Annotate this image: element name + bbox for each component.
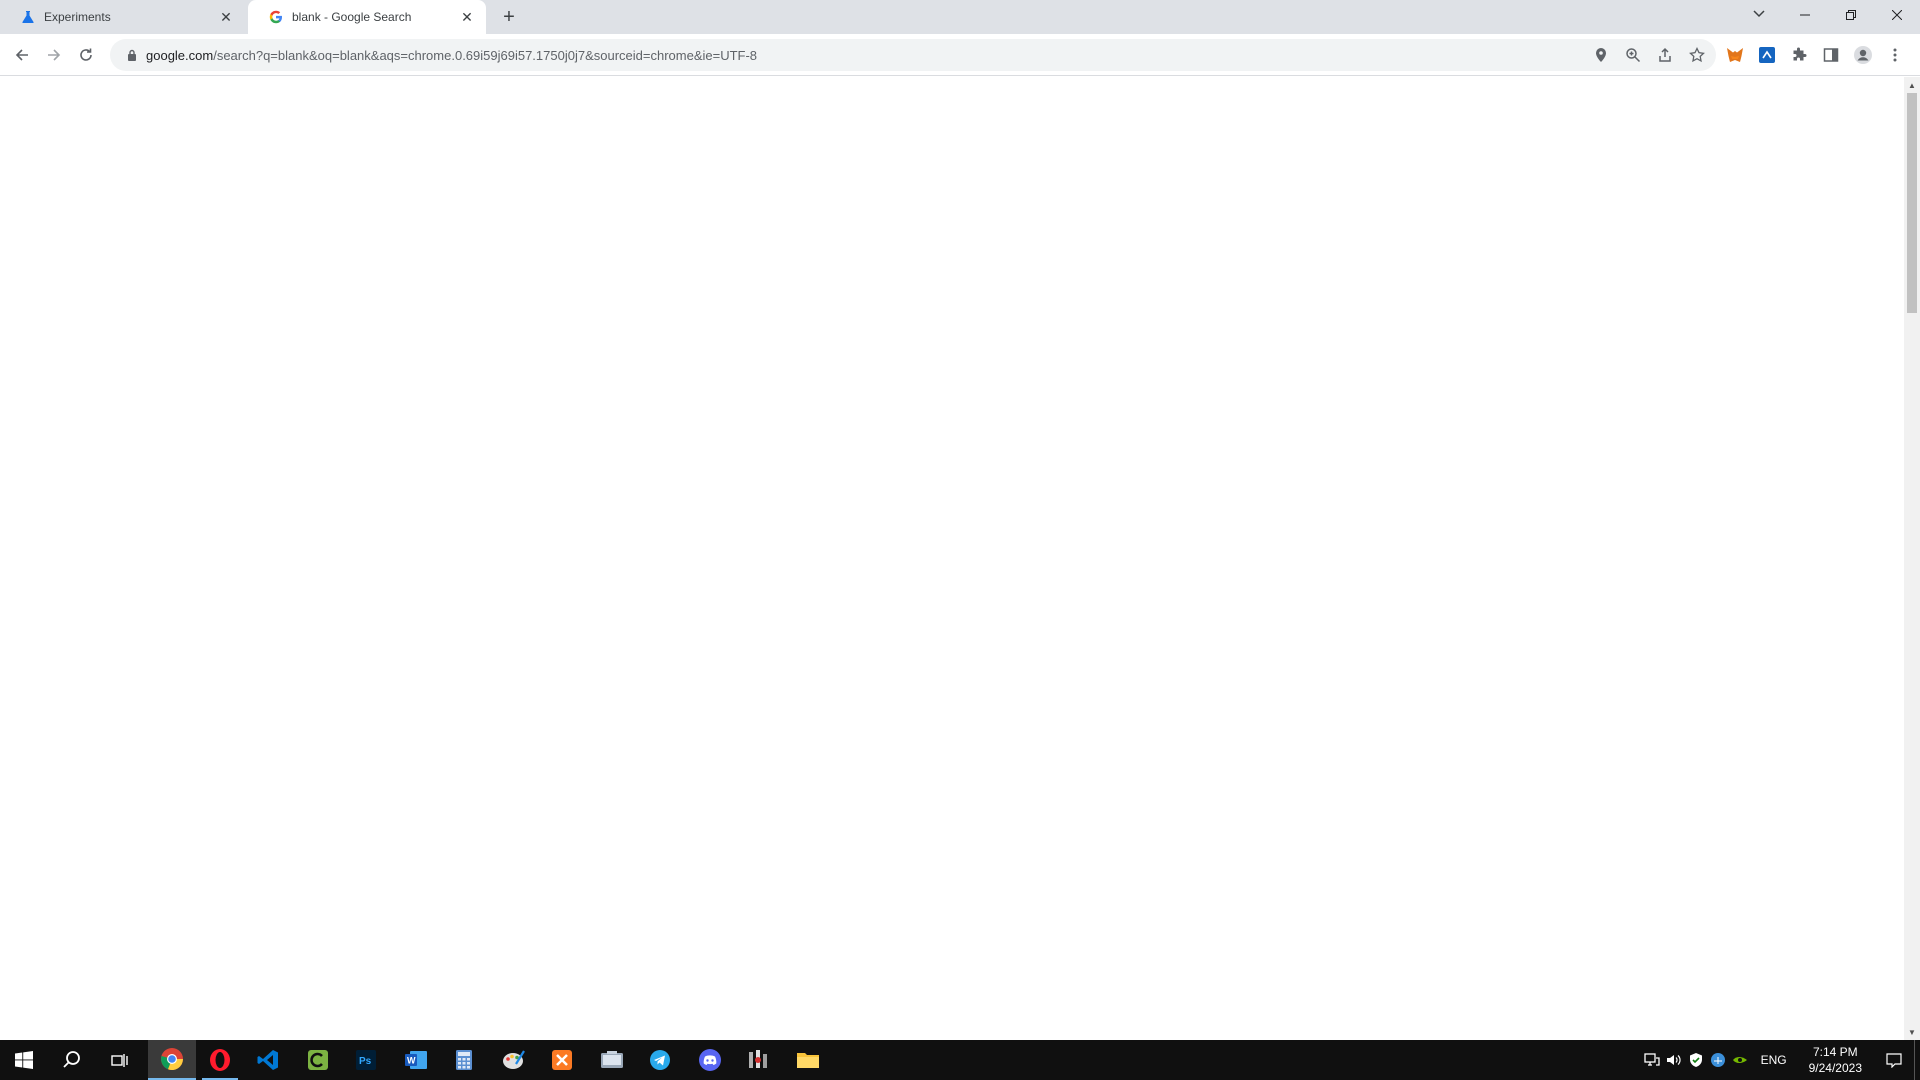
vertical-scrollbar[interactable]: ▲ ▼ <box>1904 77 1920 1040</box>
zoom-icon[interactable] <box>1624 46 1642 64</box>
forward-icon[interactable] <box>40 41 68 69</box>
url-path: /search?q=blank&oq=blank&aqs=chrome.0.69… <box>213 47 758 63</box>
camtasia-icon[interactable] <box>294 1040 342 1080</box>
tab-google-search[interactable]: blank - Google Search ✕ <box>248 0 486 34</box>
task-view-icon[interactable] <box>96 1040 144 1080</box>
cloud-sync-icon[interactable] <box>1707 1040 1729 1080</box>
xampp-icon[interactable] <box>538 1040 586 1080</box>
tab-title: Experiments <box>44 10 111 24</box>
search-icon[interactable] <box>48 1040 96 1080</box>
language-indicator[interactable]: ENG <box>1751 1053 1797 1067</box>
clock-time: 7:14 PM <box>1812 1045 1858 1059</box>
more-menu-icon[interactable] <box>1884 44 1906 66</box>
nvidia-icon[interactable] <box>1729 1040 1751 1080</box>
reload-icon[interactable] <box>72 41 100 69</box>
clock-date: 9/24/2023 <box>1808 1061 1862 1075</box>
back-icon[interactable] <box>8 41 36 69</box>
browser-toolbar: google.com/search?q=blank&oq=blank&aqs=c… <box>0 34 1920 76</box>
url-text: google.com/search?q=blank&oq=blank&aqs=c… <box>146 48 757 63</box>
photoshop-icon[interactable]: Ps <box>342 1040 390 1080</box>
extensions-puzzle-icon[interactable] <box>1788 44 1810 66</box>
tab-search-icon[interactable] <box>1748 2 1770 26</box>
media-app-icon[interactable] <box>734 1040 782 1080</box>
volume-icon[interactable] <box>1663 1040 1685 1080</box>
clock[interactable]: 7:14 PM 9/24/2023 <box>1797 1044 1874 1076</box>
system-tray: ENG 7:14 PM 9/24/2023 <box>1641 1040 1920 1080</box>
scrollbar-thumb[interactable] <box>1907 93 1917 313</box>
svg-text:W: W <box>407 1056 416 1066</box>
tab-strip: Experiments ✕ blank - Google Search ✕ + <box>0 0 1920 34</box>
google-g-icon <box>268 9 284 25</box>
scroll-up-arrow-icon[interactable]: ▲ <box>1904 78 1920 92</box>
minimize-icon[interactable] <box>1782 0 1828 30</box>
folder-icon[interactable] <box>784 1040 832 1080</box>
windows-taskbar: Ps W ENG 7:14 PM 9/24/2023 <box>0 1040 1920 1080</box>
opera-icon[interactable] <box>196 1040 244 1080</box>
file-explorer-icon[interactable] <box>588 1040 636 1080</box>
location-pin-icon[interactable] <box>1592 46 1610 64</box>
flask-icon <box>20 9 36 25</box>
telegram-icon[interactable] <box>636 1040 684 1080</box>
discord-icon[interactable] <box>686 1040 734 1080</box>
window-controls <box>1782 0 1920 30</box>
restore-icon[interactable] <box>1828 0 1874 30</box>
tab-experiments[interactable]: Experiments ✕ <box>0 0 245 34</box>
metamask-fox-icon[interactable] <box>1724 44 1746 66</box>
chrome-icon[interactable] <box>148 1040 196 1080</box>
lock-icon[interactable] <box>118 49 146 61</box>
notification-center-icon[interactable] <box>1874 1040 1914 1080</box>
share-icon[interactable] <box>1656 46 1674 64</box>
side-panel-icon[interactable] <box>1820 44 1842 66</box>
profile-avatar-icon[interactable] <box>1852 44 1874 66</box>
page-content-blank <box>0 77 1904 1040</box>
close-tab-icon[interactable]: ✕ <box>458 8 476 26</box>
network-icon[interactable] <box>1641 1040 1663 1080</box>
scroll-down-arrow-icon[interactable]: ▼ <box>1904 1025 1920 1039</box>
address-bar-actions <box>1592 39 1706 71</box>
close-tab-icon[interactable]: ✕ <box>217 8 235 26</box>
screen-capture-extension-icon[interactable] <box>1756 44 1778 66</box>
bookmark-star-icon[interactable] <box>1688 46 1706 64</box>
security-shield-icon[interactable] <box>1685 1040 1707 1080</box>
url-host: google.com <box>146 47 214 63</box>
new-tab-button[interactable]: + <box>496 5 522 29</box>
extensions-area <box>1724 41 1906 69</box>
word-icon[interactable]: W <box>392 1040 440 1080</box>
calculator-icon[interactable] <box>440 1040 488 1080</box>
start-windows-icon[interactable] <box>0 1040 48 1080</box>
vscode-icon[interactable] <box>244 1040 292 1080</box>
svg-text:Ps: Ps <box>359 1056 372 1067</box>
close-window-icon[interactable] <box>1874 0 1920 30</box>
tab-title: blank - Google Search <box>292 10 412 24</box>
address-bar[interactable]: google.com/search?q=blank&oq=blank&aqs=c… <box>110 39 1716 71</box>
paint-icon[interactable] <box>490 1040 538 1080</box>
show-desktop-button[interactable] <box>1914 1040 1920 1080</box>
